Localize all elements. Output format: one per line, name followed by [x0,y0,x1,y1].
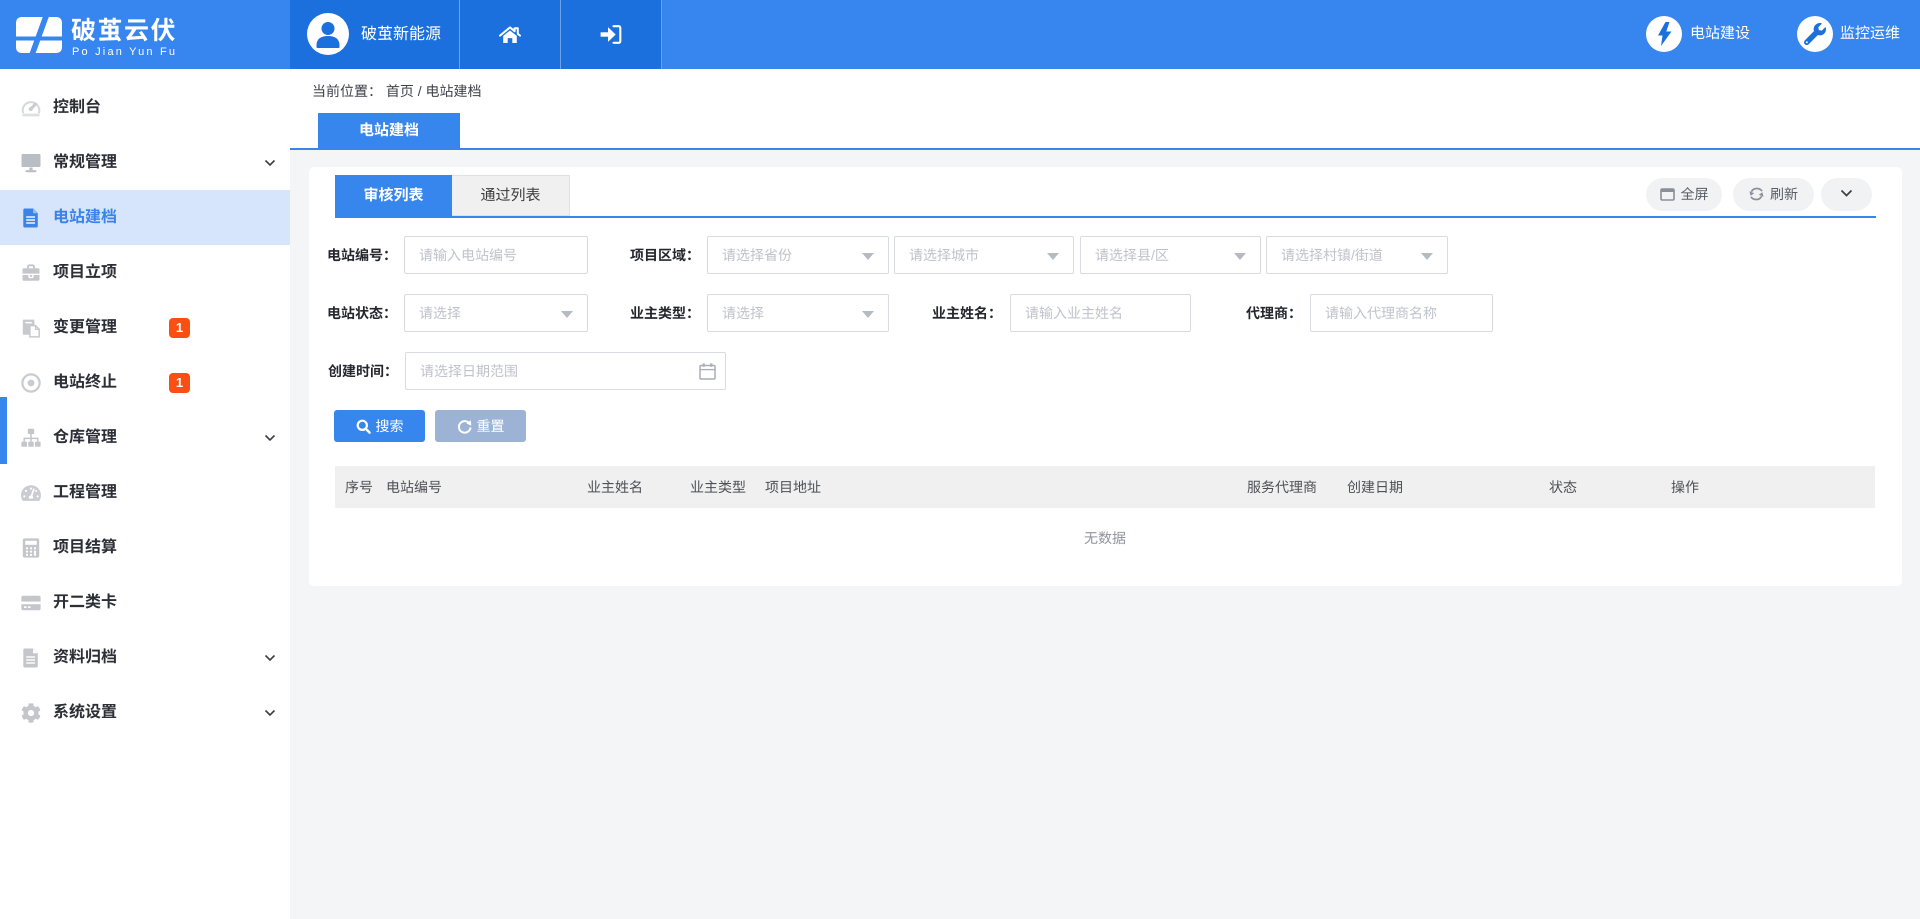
svg-text:Po Jian Yun Fu: Po Jian Yun Fu [72,46,177,58]
svg-text:破茧云伏: 破茧云伏 [71,17,177,45]
